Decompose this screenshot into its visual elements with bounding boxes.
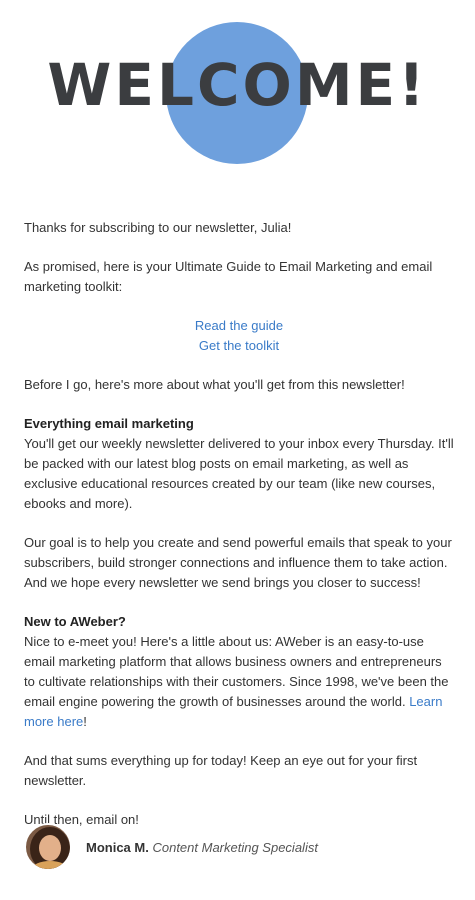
closing-text: And that sums everything up for today! K… xyxy=(24,753,418,788)
section-email-marketing: Everything email marketing You'll get ou… xyxy=(24,414,454,514)
read-guide-link[interactable]: Read the guide xyxy=(195,318,283,333)
section-heading-aweber: New to AWeber? xyxy=(24,614,126,629)
learn-more-punct: ! xyxy=(83,714,87,729)
before-text: Before I go, here's more about what you'… xyxy=(24,377,405,392)
aweber-body-text: Nice to e-meet you! Here's a little abou… xyxy=(24,634,449,709)
greeting-text: Thanks for subscribing to our newsletter… xyxy=(24,220,292,235)
email-body: Thanks for subscribing to our newsletter… xyxy=(24,218,454,849)
goal-text: Our goal is to help you create and send … xyxy=(24,535,452,590)
avatar xyxy=(24,823,72,871)
signature: Monica M. Content Marketing Specialist xyxy=(24,822,318,872)
resource-links: Read the guide Get the toolkit xyxy=(24,316,454,356)
welcome-hero: WELCOME! xyxy=(0,0,475,190)
signature-name: Monica M. xyxy=(86,839,149,855)
section-body-aweber: Nice to e-meet you! Here's a little abou… xyxy=(24,632,454,732)
signature-role: Content Marketing Specialist xyxy=(152,839,318,855)
get-toolkit-link[interactable]: Get the toolkit xyxy=(199,338,279,353)
section-heading-email-marketing: Everything email marketing xyxy=(24,416,194,431)
welcome-title: WELCOME! xyxy=(47,51,428,119)
promise-text: As promised, here is your Ultimate Guide… xyxy=(24,259,433,294)
signature-text: Monica M. Content Marketing Specialist xyxy=(86,840,318,855)
section-new-to-aweber: New to AWeber? Nice to e-meet you! Here'… xyxy=(24,612,454,732)
section-body-email-marketing: You'll get our weekly newsletter deliver… xyxy=(24,436,454,511)
